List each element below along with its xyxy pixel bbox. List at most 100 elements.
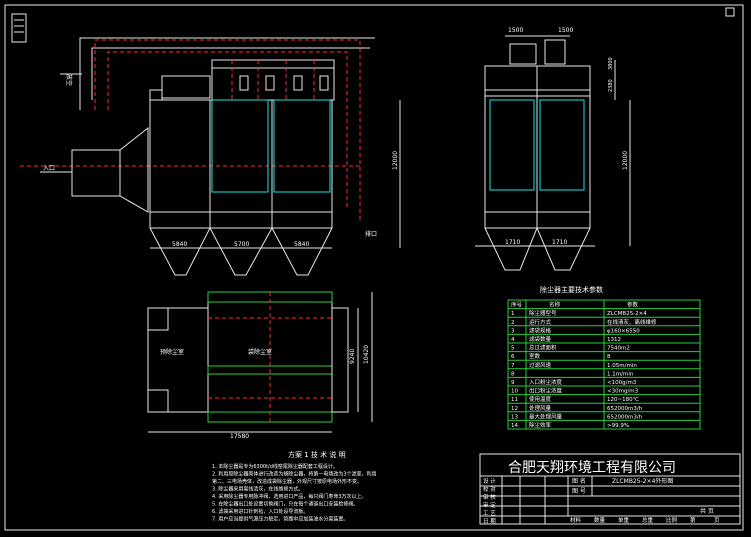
note-line: 4. 采用除尘器专用脉冲阀，选用进口产品，每只阀门寿命3万次以上。 — [212, 493, 367, 500]
table-cell: φ160×6550 — [607, 328, 640, 334]
inlet-label: 入口 — [43, 165, 55, 172]
title-block-label: 工 艺 — [483, 510, 496, 517]
dim-side-top-1: 1500 — [508, 27, 523, 34]
drawing-name-label: 图 名 — [572, 477, 586, 485]
table-cell: 10 — [511, 389, 518, 395]
table-cell: 8 — [607, 354, 611, 360]
table-cell: 除尘器型号 — [529, 309, 557, 317]
table-cell: 1.1m/min — [607, 371, 634, 377]
dim-side-height: 12000 — [622, 151, 629, 170]
drawing-canvas: 放空 入口 5840 5700 5840 12000 排口 1500 1500 … — [4, 4, 744, 531]
side-elevation: 1500 1500 1710 1710 3800 2380 12000 — [475, 27, 631, 271]
table-cell: 9 — [511, 380, 515, 386]
table-cell: <100g/m3 — [607, 380, 637, 386]
title-block-cell: 数量 — [594, 516, 606, 524]
technical-notes: 方案 1 技 术 说 明 1. 本除尘器是专为6300t/d线窑尾除尘器配套工程… — [212, 450, 377, 523]
table-cell: 13 — [511, 414, 518, 420]
title-block-cell: 第 — [690, 516, 696, 524]
dim-plan-depth-2: 10420 — [363, 345, 370, 364]
top-left-marker — [11, 13, 27, 43]
table-cell: 运行方式 — [529, 318, 552, 326]
title-block-cell: 材料 — [570, 516, 582, 524]
dim-side-bottom-1: 1710 — [505, 239, 520, 246]
title-block-cell: 单重 — [618, 516, 630, 524]
table-header: 序号 — [511, 301, 523, 309]
sheet-total: 共 页 — [700, 507, 714, 515]
dim-plan-depth-1: 9240 — [349, 349, 356, 364]
table-cell: <30mg/m3 — [607, 389, 639, 395]
company-name: 合肥天翔环境工程有限公司 — [508, 460, 676, 476]
table-cell: 3 — [511, 328, 515, 334]
table-cell: 7 — [511, 363, 515, 369]
plan-view: 预除尘室 袋除尘室 17580 9240 10420 — [147, 291, 373, 440]
dim-side-top-2: 1500 — [558, 27, 573, 34]
dim-front-1: 5840 — [172, 241, 187, 248]
table-cell: 总过滤面积 — [529, 344, 557, 352]
table-cell: 2 — [511, 320, 515, 326]
dim-side-right-1: 3800 — [608, 57, 614, 70]
table-cell: 在线清灰、离线维修 — [607, 318, 657, 326]
title-block-label: 审 核 — [483, 493, 496, 501]
title-block-label: 审 定 — [483, 501, 496, 509]
title-block-cell: 比例 — [666, 516, 678, 524]
table-cell: 出口粉尘浓度 — [529, 387, 563, 395]
table-cell: 11 — [511, 397, 518, 403]
table-cell: 除尘效率 — [529, 421, 552, 429]
table-cell: 120~180℃ — [607, 396, 639, 403]
note-line: 5. 在除尘器出口处设置切换阀门，只在每个通道出口安装检修阀。 — [212, 501, 358, 508]
pre-chamber-label: 预除尘室 — [160, 348, 184, 356]
table-cell: 室数 — [529, 352, 541, 360]
drawing-no-label: 图 号 — [572, 488, 586, 495]
note-line: 7. 用户应当提供气源压力稳定，管路中应加装油水分离装置。 — [212, 516, 348, 523]
note-line: 第二、三电场壳体，改造成袋除尘器，外观尺寸按原电场外形不变。 — [212, 478, 362, 485]
drawing-name: ZLCMB25-2×4外形图 — [612, 477, 673, 485]
table-cell: >99.9% — [607, 423, 629, 429]
dim-front-height: 12000 — [392, 151, 399, 170]
table-cell: 1.05m/min — [607, 363, 637, 369]
dim-front-2: 5700 — [234, 241, 249, 248]
table-cell: 滤袋数量 — [529, 335, 552, 343]
outlet-label: 排口 — [365, 230, 377, 238]
table-header: 参数 — [627, 301, 639, 309]
title-block-cell: 页 — [714, 517, 720, 524]
table-cell: 过滤风速 — [529, 361, 552, 369]
dim-side-right-2: 2380 — [608, 79, 614, 92]
notes-title: 方案 1 技 术 说 明 — [288, 450, 346, 459]
front-elevation: 放空 入口 5840 5700 5840 12000 排口 — [20, 37, 401, 276]
note-line: 3. 除尘器采用离线清灰，在线维修方式。 — [212, 486, 303, 493]
table-cell: 7540m2 — [607, 346, 630, 352]
table-title: 除尘器主要技术参数 — [540, 285, 603, 294]
dim-front-3: 5840 — [294, 241, 309, 248]
table-cell: 8 — [511, 371, 515, 377]
table-cell: 处理风量 — [529, 404, 552, 412]
table-cell: 652000m3/h — [607, 406, 643, 412]
title-block-label: 日 期 — [483, 518, 496, 525]
table-cell: ZLCMB25-2×4 — [607, 311, 647, 317]
title-block-label: 校 对 — [483, 485, 496, 493]
table-cell: 5 — [511, 346, 515, 352]
table-cell: 4 — [511, 337, 515, 343]
parameter-table: 除尘器主要技术参数 序号 名称 参数 1 除尘器型号 ZLCMB25-2×4 2 运行方式 在线… — [507, 285, 701, 430]
title-block: 合肥天翔环境工程有限公司 图 名 ZLCMB25-2×4外形图 图 号 设 计校… — [479, 453, 741, 525]
title-block-label: 设 计 — [483, 477, 496, 485]
table-cell: 14 — [511, 423, 518, 429]
note-line: 2. 利用原除尘器壳体进行改造为袋除尘器，将第一电场改为3个滤室，利用 — [212, 471, 377, 478]
title-block-cell: 总重 — [642, 516, 654, 524]
table-cell: 入口粉尘浓度 — [529, 378, 563, 386]
table-cell: 652000m3/h — [607, 414, 643, 420]
main-chamber-label: 袋除尘室 — [248, 348, 272, 356]
table-cell: 1 — [511, 311, 515, 317]
top-right-marker — [725, 7, 735, 17]
table-header: 名称 — [549, 301, 561, 309]
dim-side-bottom-2: 1710 — [552, 239, 567, 246]
note-line: 6. 滤袋采用进口针刺毡，入口处设导流板。 — [212, 508, 308, 515]
table-cell: 滤袋规格 — [529, 326, 552, 334]
vent-label: 放空 — [65, 74, 73, 86]
table-cell: 1312 — [607, 337, 621, 343]
table-cell: 12 — [511, 406, 518, 412]
table-cell: 使用温度 — [529, 395, 552, 403]
drawing-border — [4, 4, 744, 531]
table-cell: 最大处理风量 — [529, 412, 563, 420]
dim-plan-width: 17580 — [230, 433, 249, 440]
note-line: 1. 本除尘器是专为6300t/d线窑尾除尘器配套工程设计。 — [212, 463, 338, 470]
